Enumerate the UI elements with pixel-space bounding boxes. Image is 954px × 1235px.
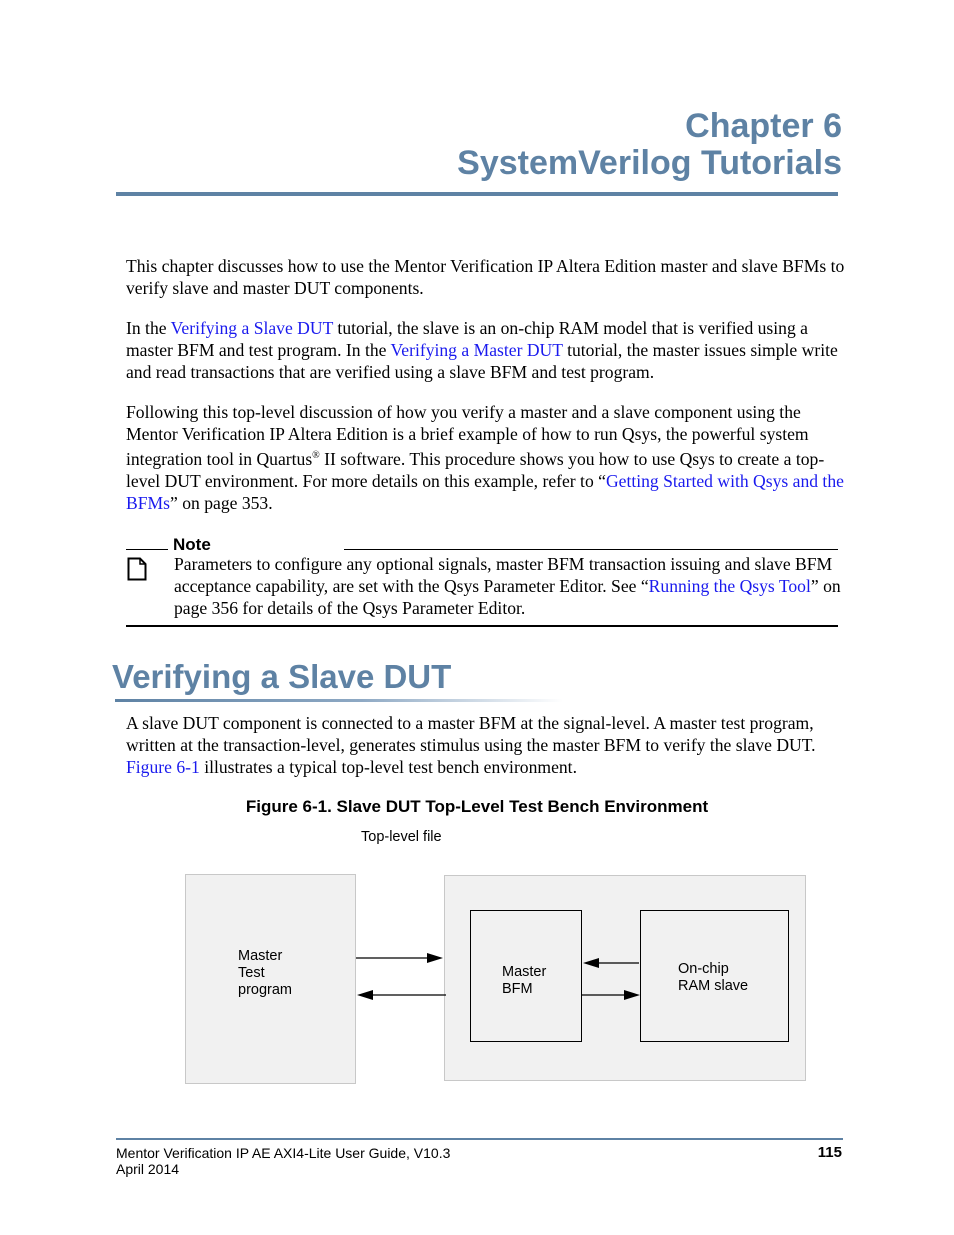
arrow-ram-to-bfm — [583, 958, 639, 968]
arrow-bfm-to-ram — [582, 990, 640, 1000]
footer-rule — [116, 1138, 843, 1140]
footer-date: April 2014 — [116, 1161, 180, 1177]
footer-guide-title: Mentor Verification IP AE AXI4-Lite User… — [116, 1145, 451, 1161]
arrow-bfm-to-program — [357, 990, 446, 1000]
arrow-program-to-bfm — [356, 953, 443, 963]
page-number: 115 — [817, 1144, 842, 1161]
diagram-arrows — [356, 953, 640, 1000]
